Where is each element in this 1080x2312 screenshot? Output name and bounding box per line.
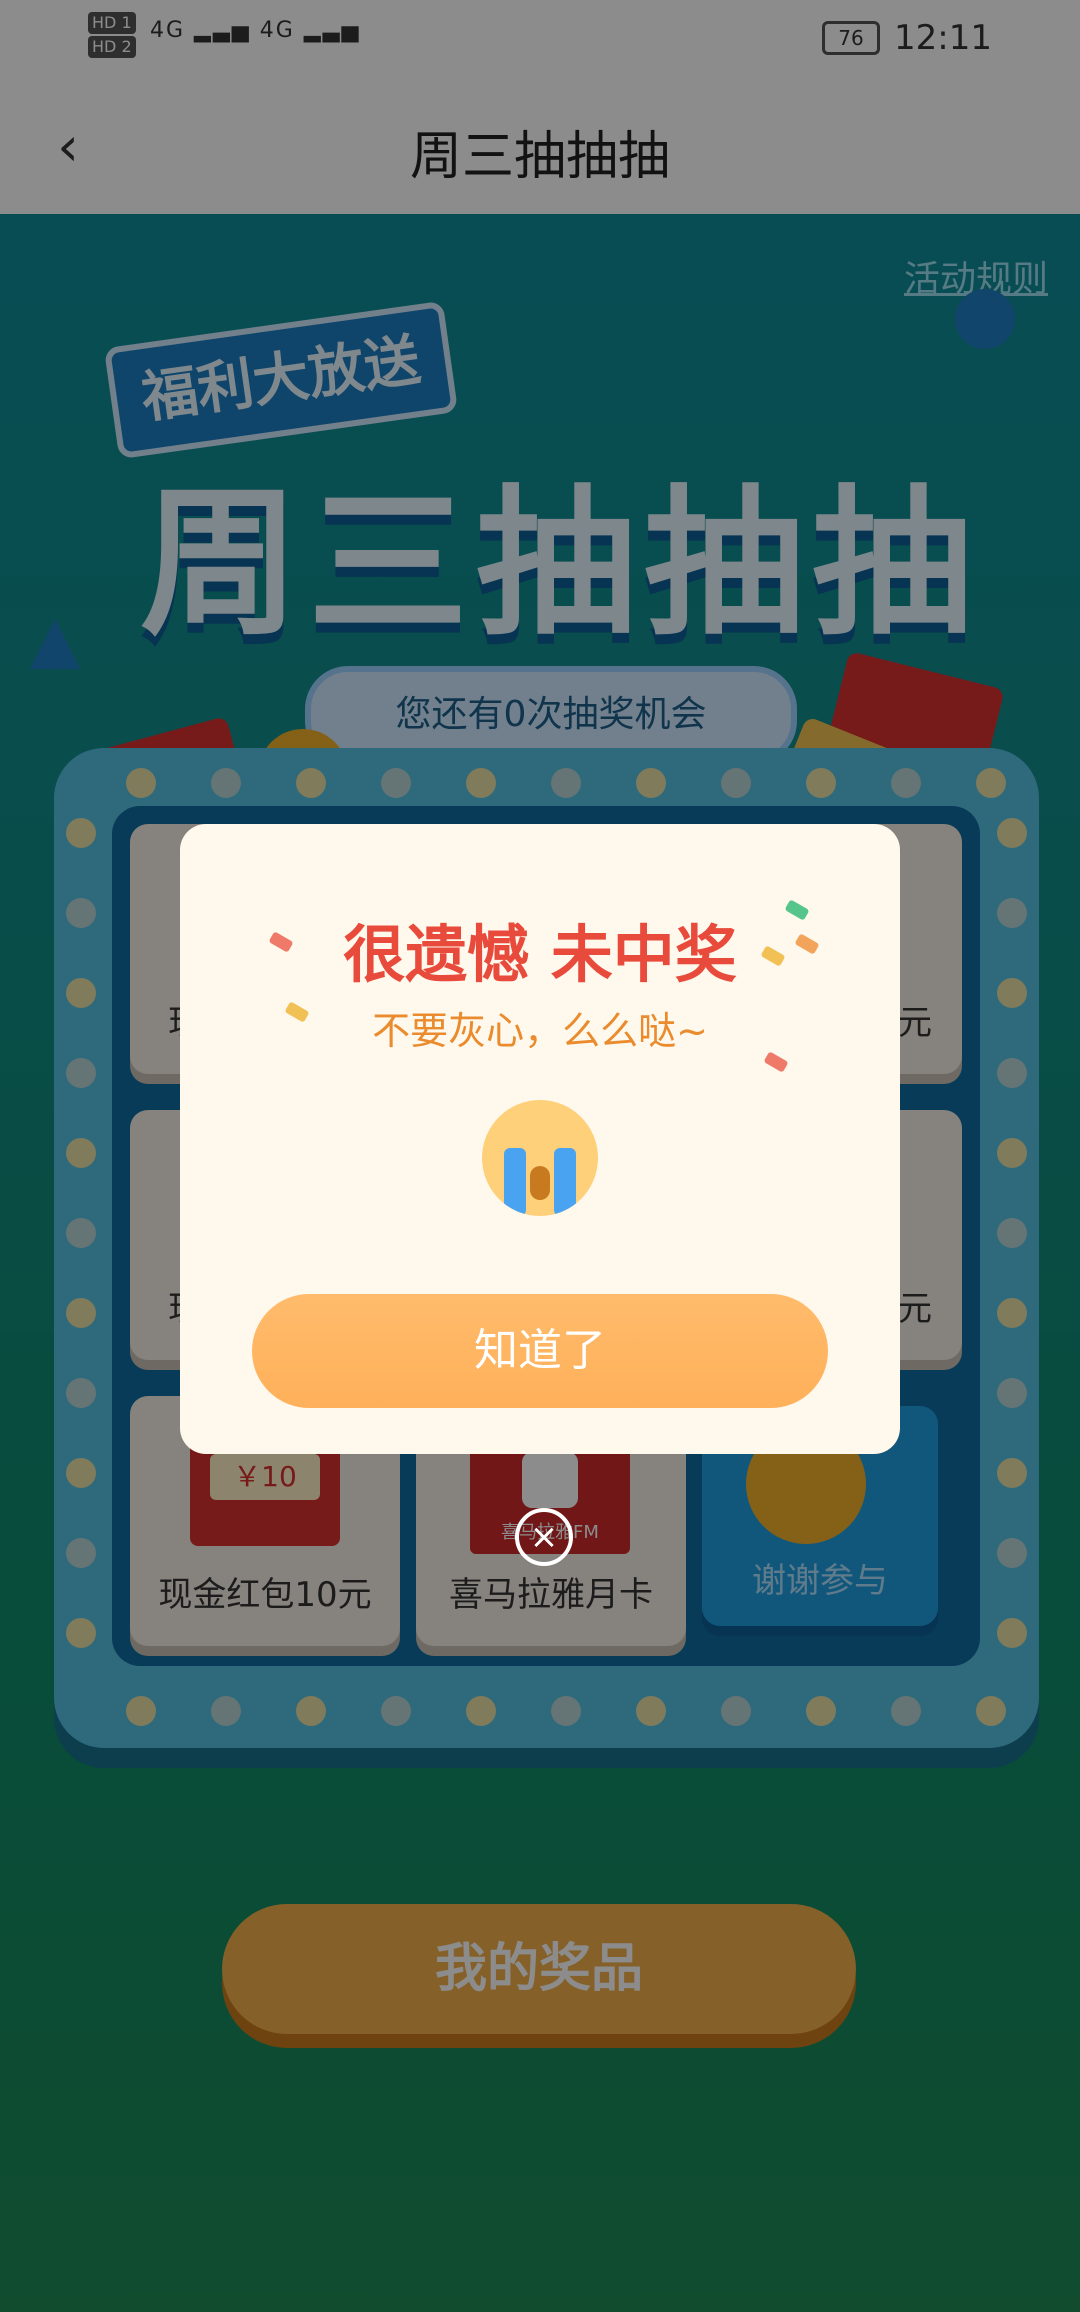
result-modal: 很遗憾 未中奖 不要灰心，么么哒~ 知道了 <box>180 824 900 1454</box>
crying-face-icon <box>482 1100 598 1216</box>
tear-left <box>504 1148 526 1216</box>
tear-right <box>554 1148 576 1216</box>
mouth <box>530 1166 550 1200</box>
got-it-button[interactable]: 知道了 <box>252 1294 828 1408</box>
close-icon[interactable]: × <box>515 1508 573 1566</box>
